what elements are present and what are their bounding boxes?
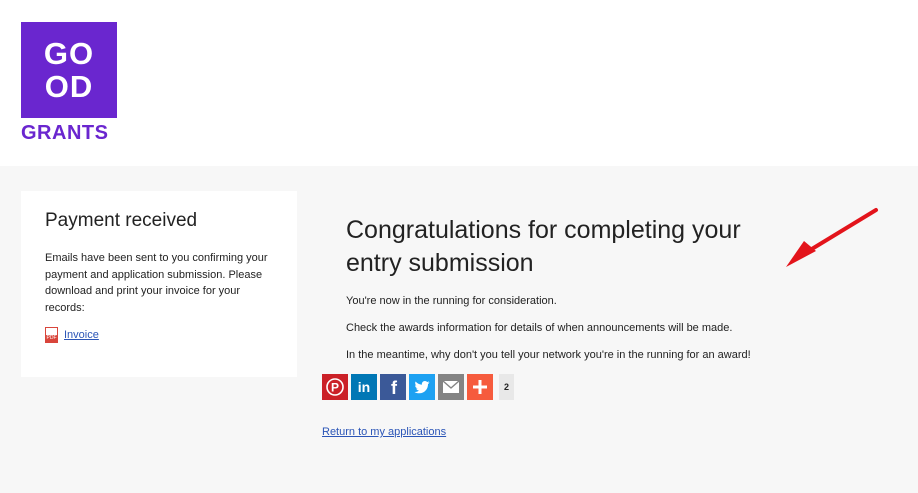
page-title: Congratulations for completing your entr… xyxy=(346,216,741,277)
svg-text:P: P xyxy=(331,381,339,395)
facebook-icon: f xyxy=(391,378,398,396)
email-share-button[interactable] xyxy=(438,374,464,400)
payment-message: Emails have been sent to you confirming … xyxy=(45,252,268,314)
message-awards-info: Check the awards information for details… xyxy=(346,322,733,334)
facebook-share-button[interactable]: f xyxy=(380,374,406,400)
pinterest-share-button[interactable]: P xyxy=(322,374,348,400)
twitter-icon xyxy=(414,381,430,394)
pdf-icon xyxy=(45,327,58,343)
twitter-share-button[interactable] xyxy=(409,374,435,400)
share-bar: P in f 2 xyxy=(322,374,514,400)
payment-card: Payment received Emails have been sent t… xyxy=(21,191,297,377)
logo-wordmark: GRANTS xyxy=(21,122,109,144)
pinterest-icon: P xyxy=(326,378,344,396)
share-count: 2 xyxy=(499,374,514,400)
invoice-link[interactable]: Invoice xyxy=(45,327,99,343)
linkedin-icon: in xyxy=(358,379,370,395)
payment-title: Payment received xyxy=(45,210,198,231)
logo[interactable]: GO OD xyxy=(21,22,117,118)
more-share-button[interactable] xyxy=(467,374,493,400)
red-arrow-icon xyxy=(786,208,878,267)
email-icon xyxy=(442,380,460,393)
header: GO OD GRANTS xyxy=(0,0,918,166)
linkedin-share-button[interactable]: in xyxy=(351,374,377,400)
message-running: You're now in the running for considerat… xyxy=(346,295,557,307)
message-share: In the meantime, why don't you tell your… xyxy=(346,349,751,361)
invoice-label[interactable]: Invoice xyxy=(64,329,99,341)
logo-line-1: GO xyxy=(43,36,95,71)
return-to-applications-link[interactable]: Return to my applications xyxy=(322,426,446,438)
more-icon xyxy=(473,380,487,394)
logo-line-2: OD xyxy=(44,69,94,104)
svg-text:in: in xyxy=(358,379,370,395)
svg-text:f: f xyxy=(391,378,398,396)
